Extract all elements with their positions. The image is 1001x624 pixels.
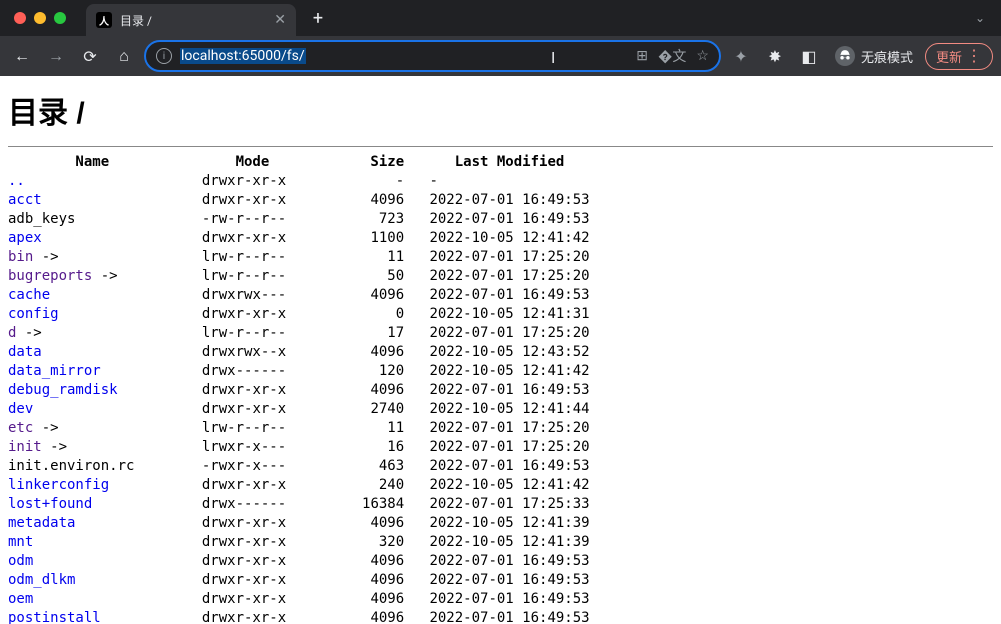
listing-row: init.environ.rc -rwxr-x--- 463 2022-07-0… — [8, 458, 590, 474]
listing-row: init -> lrwxr-x--- 16 2022-07-01 17:25:2… — [8, 439, 590, 455]
listing-row: oem drwxr-xr-x 4096 2022-07-01 16:49:53 — [8, 591, 590, 607]
listing-row: cache drwxrwx--- 4096 2022-07-01 16:49:5… — [8, 287, 590, 303]
listing-row: bugreports -> lrw-r--r-- 50 2022-07-01 1… — [8, 268, 590, 284]
listing-row: d -> lrw-r--r-- 17 2022-07-01 17:25:20 — [8, 325, 590, 341]
entry-link[interactable]: config — [8, 306, 59, 322]
listing-row: mnt drwxr-xr-x 320 2022-10-05 12:41:39 — [8, 534, 590, 550]
listing-row: dev drwxr-xr-x 2740 2022-10-05 12:41:44 — [8, 401, 590, 417]
listing-row: debug_ramdisk drwxr-xr-x 4096 2022-07-01… — [8, 382, 590, 398]
update-button[interactable]: 更新 ⋮ — [925, 43, 993, 70]
entry-link[interactable]: bugreports — [8, 268, 92, 284]
entry-link[interactable]: metadata — [8, 515, 75, 531]
entry-link[interactable]: lost+found — [8, 496, 92, 512]
toolbar: ← → ⟳ ⌂ i localhost:65000/fs/ I ⊞ �文 ☆ ✦… — [0, 36, 1001, 76]
listing-row: linkerconfig drwxr-xr-x 240 2022-10-05 1… — [8, 477, 590, 493]
side-panel-icon[interactable]: ◧ — [795, 42, 823, 70]
url-text: localhost:65000/fs/ — [180, 48, 628, 64]
entry-link[interactable]: postinstall — [8, 610, 101, 624]
listing-row: lost+found drwx------ 16384 2022-07-01 1… — [8, 496, 590, 512]
directory-listing: Name Mode Size Last Modified .. drwxr-xr… — [8, 153, 993, 624]
incognito-icon — [835, 46, 855, 66]
back-button[interactable]: ← — [8, 42, 36, 70]
window-minimize-button[interactable] — [34, 12, 46, 24]
new-tab-button[interactable]: + — [304, 4, 332, 32]
entry-link[interactable]: etc — [8, 420, 33, 436]
menu-icon[interactable]: ⋮ — [966, 48, 982, 64]
entry-link[interactable]: mnt — [8, 534, 33, 550]
listing-row: bin -> lrw-r--r-- 11 2022-07-01 17:25:20 — [8, 249, 590, 265]
extension-puzzle-icon[interactable]: ✦ — [727, 42, 755, 70]
listing-row: odm_dlkm drwxr-xr-x 4096 2022-07-01 16:4… — [8, 572, 590, 588]
page-content[interactable]: 目录 / Name Mode Size Last Modified .. drw… — [0, 76, 1001, 624]
listing-row: postinstall drwxr-xr-x 4096 2022-07-01 1… — [8, 610, 590, 624]
tab-list-button[interactable]: ⌄ — [975, 11, 985, 25]
browser-tab[interactable]: 人 目录 / ✕ — [86, 4, 296, 36]
column-headers: Name Mode Size Last Modified — [8, 154, 564, 170]
listing-row: etc -> lrw-r--r-- 11 2022-07-01 17:25:20 — [8, 420, 590, 436]
entry-link[interactable]: debug_ramdisk — [8, 382, 118, 398]
entry-link[interactable]: odm_dlkm — [8, 572, 75, 588]
install-icon[interactable]: ⊞ — [636, 48, 648, 64]
forward-button[interactable]: → — [42, 42, 70, 70]
entry-link[interactable]: .. — [8, 173, 25, 189]
window-close-button[interactable] — [14, 12, 26, 24]
address-bar[interactable]: i localhost:65000/fs/ I ⊞ �文 ☆ — [144, 40, 721, 72]
update-label: 更新 — [936, 47, 962, 66]
tab-close-button[interactable]: ✕ — [274, 12, 286, 28]
omnibox-actions: ⊞ �文 ☆ — [636, 46, 709, 66]
entry-link[interactable]: odm — [8, 553, 33, 569]
listing-row: metadata drwxr-xr-x 4096 2022-10-05 12:4… — [8, 515, 590, 531]
tab-favicon: 人 — [96, 12, 112, 28]
page-title: 目录 / — [8, 88, 993, 132]
bookmark-icon[interactable]: ☆ — [696, 48, 709, 64]
entry-link[interactable]: dev — [8, 401, 33, 417]
entry-name: init.environ.rc — [8, 458, 134, 474]
extensions-icon[interactable]: ✸ — [761, 42, 789, 70]
window-controls — [14, 12, 66, 24]
home-button[interactable]: ⌂ — [110, 42, 138, 70]
entry-link[interactable]: linkerconfig — [8, 477, 109, 493]
entry-link[interactable]: oem — [8, 591, 33, 607]
site-info-icon[interactable]: i — [156, 48, 172, 64]
listing-row: odm drwxr-xr-x 4096 2022-07-01 16:49:53 — [8, 553, 590, 569]
listing-row: acct drwxr-xr-x 4096 2022-07-01 16:49:53 — [8, 192, 590, 208]
entry-link[interactable]: apex — [8, 230, 42, 246]
entry-link[interactable]: cache — [8, 287, 50, 303]
entry-link[interactable]: acct — [8, 192, 42, 208]
entry-name: adb_keys — [8, 211, 75, 227]
incognito-indicator[interactable]: 无痕模式 — [835, 46, 913, 66]
translate-icon[interactable]: �文 — [658, 46, 686, 66]
browser-chrome: 人 目录 / ✕ + ⌄ ← → ⟳ ⌂ i localhost:65000/f… — [0, 0, 1001, 76]
listing-row: apex drwxr-xr-x 1100 2022-10-05 12:41:42 — [8, 230, 590, 246]
entry-link[interactable]: bin — [8, 249, 33, 265]
divider — [8, 146, 993, 147]
listing-row: data drwxrwx--x 4096 2022-10-05 12:43:52 — [8, 344, 590, 360]
tab-title: 目录 / — [120, 12, 266, 29]
entry-link[interactable]: d — [8, 325, 16, 341]
tab-strip: 人 目录 / ✕ + ⌄ — [0, 0, 1001, 36]
listing-row: adb_keys -rw-r--r-- 723 2022-07-01 16:49… — [8, 211, 590, 227]
listing-row: .. drwxr-xr-x - - — [8, 173, 438, 189]
incognito-label: 无痕模式 — [861, 47, 913, 66]
listing-row: data_mirror drwx------ 120 2022-10-05 12… — [8, 363, 590, 379]
reload-button[interactable]: ⟳ — [76, 42, 104, 70]
listing-row: config drwxr-xr-x 0 2022-10-05 12:41:31 — [8, 306, 590, 322]
entry-link[interactable]: data_mirror — [8, 363, 101, 379]
entry-link[interactable]: data — [8, 344, 42, 360]
window-maximize-button[interactable] — [54, 12, 66, 24]
entry-link[interactable]: init — [8, 439, 42, 455]
